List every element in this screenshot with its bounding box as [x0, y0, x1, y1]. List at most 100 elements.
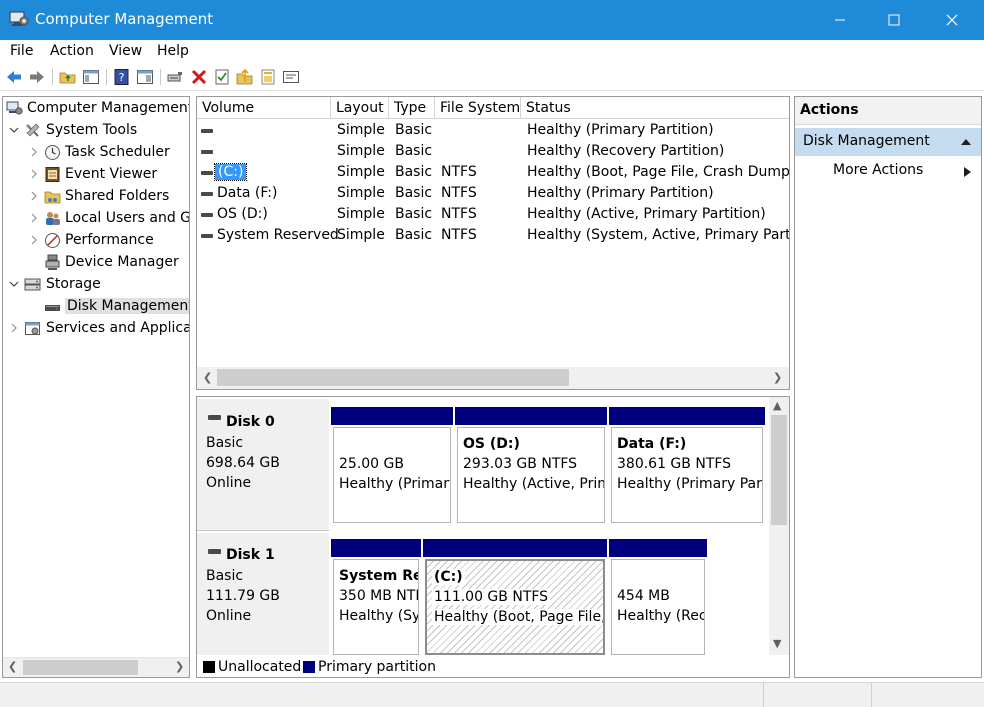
scroll-up-arrow-icon[interactable]: ▲	[773, 399, 781, 412]
export-icon[interactable]	[282, 68, 300, 86]
volume-horizontal-scrollbar[interactable]: ❮ ❯	[197, 367, 789, 389]
collapse-up-icon[interactable]	[961, 138, 971, 146]
table-row[interactable]: Simple Basic Healthy (Primary Partition)	[197, 121, 789, 142]
toolbar: ?	[0, 64, 984, 91]
column-header-volume[interactable]: Volume	[197, 97, 331, 119]
tree-item-task-scheduler[interactable]: Task Scheduler	[3, 142, 189, 164]
folder-arrow-icon[interactable]	[236, 68, 254, 86]
menu-bar: File Action View Help	[0, 40, 984, 64]
volume-status: Healthy (Boot, Page File, Crash Dump, Pr…	[527, 164, 789, 180]
disk-state: Online	[206, 475, 252, 491]
tree-item-storage[interactable]: Storage	[3, 274, 189, 296]
partition-block[interactable]: 25.00 GB Healthy (Primary Partition)	[331, 407, 453, 525]
chevron-right-icon[interactable]	[29, 213, 39, 223]
scroll-thumb[interactable]	[771, 415, 787, 525]
partition-block[interactable]: 454 MB Healthy (Recovery Partition)	[609, 539, 707, 657]
computer-management-icon	[9, 11, 29, 26]
tree-item-label: Local Users and Groups	[65, 210, 190, 226]
partition-size: 454 MB	[617, 588, 670, 604]
table-row[interactable]: System Reserved Simple Basic NTFS Health…	[197, 226, 789, 247]
scroll-thumb[interactable]	[217, 369, 569, 386]
scroll-thumb[interactable]	[23, 660, 138, 675]
tree-item-computer-management[interactable]: Computer Management	[3, 98, 189, 120]
chevron-right-icon[interactable]	[9, 323, 19, 333]
tree-item-device-manager[interactable]: Device Manager	[3, 252, 189, 274]
disk-map-vertical-scrollbar[interactable]: ▲ ▼	[769, 397, 789, 655]
services-icon	[25, 322, 40, 335]
menu-view[interactable]: View	[109, 43, 142, 59]
chevron-down-icon[interactable]	[9, 279, 19, 289]
tree-item-system-tools[interactable]: System Tools	[3, 120, 189, 142]
tree-item-services-applications[interactable]: Services and Applications	[3, 318, 189, 340]
partition-block[interactable]: OS (D:) 293.03 GB NTFS Healthy (Active, …	[455, 407, 607, 525]
column-header-status[interactable]: Status	[521, 97, 789, 119]
minimize-button[interactable]	[815, 0, 865, 40]
computer-management-icon	[6, 101, 23, 115]
close-icon	[946, 14, 958, 26]
partition-size: 25.00 GB	[339, 456, 404, 472]
refresh-icon[interactable]	[259, 68, 277, 86]
scroll-right-arrow-icon[interactable]: ❯	[175, 660, 184, 673]
column-header-type[interactable]: Type	[389, 97, 435, 119]
connect-icon[interactable]	[166, 68, 184, 86]
show-hide-icon[interactable]	[136, 68, 154, 86]
forward-arrow-icon[interactable]	[28, 68, 46, 86]
chevron-right-icon[interactable]	[29, 169, 39, 179]
scroll-down-arrow-icon[interactable]: ▼	[773, 637, 781, 650]
close-button[interactable]	[927, 0, 977, 40]
menu-action[interactable]: Action	[50, 43, 94, 59]
up-folder-icon[interactable]	[59, 68, 77, 86]
partition-block[interactable]: Data (F:) 380.61 GB NTFS Healthy (Primar…	[609, 407, 765, 525]
more-actions-item[interactable]: More Actions	[795, 159, 981, 185]
properties-icon[interactable]	[213, 68, 231, 86]
table-row[interactable]: Simple Basic Healthy (Recovery Partition…	[197, 142, 789, 163]
maximize-button[interactable]	[869, 0, 919, 40]
table-row[interactable]: OS (D:) Simple Basic NTFS Healthy (Activ…	[197, 205, 789, 226]
tree-item-label: Storage	[46, 276, 101, 292]
actions-section-disk-management[interactable]: Disk Management	[795, 128, 981, 156]
volume-type: Basic	[395, 143, 433, 159]
menu-help[interactable]: Help	[157, 43, 189, 59]
primary-partition-bar	[455, 407, 607, 425]
disk-1-info[interactable]: Disk 1 Basic 111.79 GB Online	[197, 533, 329, 655]
tree-item-shared-folders[interactable]: Shared Folders	[3, 186, 189, 208]
tree-item-label: Event Viewer	[65, 166, 158, 182]
partition-block-selected[interactable]: (C:) 111.00 GB NTFS Healthy (Boot, Page …	[423, 539, 607, 657]
scroll-left-arrow-icon[interactable]: ❮	[203, 371, 212, 384]
help-icon[interactable]: ?	[113, 68, 131, 86]
chevron-right-icon[interactable]	[29, 191, 39, 201]
partition-size: 293.03 GB NTFS	[463, 456, 578, 472]
menu-file[interactable]: File	[10, 43, 33, 59]
delete-icon[interactable]	[190, 68, 208, 86]
chevron-right-icon[interactable]	[29, 147, 39, 157]
tree-horizontal-scrollbar[interactable]: ❮ ❯	[3, 657, 189, 677]
tree-item-local-users[interactable]: Local Users and Groups	[3, 208, 189, 230]
partition-block[interactable]: System Reserved 350 MB NTFS Healthy (Sys…	[331, 539, 421, 657]
table-row[interactable]: (C:) Simple Basic NTFS Healthy (Boot, Pa…	[197, 163, 789, 184]
tree-item-event-viewer[interactable]: Event Viewer	[3, 164, 189, 186]
submenu-arrow-icon	[964, 167, 971, 177]
primary-partition-bar	[423, 539, 607, 557]
tree-item-label: Computer Management	[27, 100, 190, 116]
svg-text:?: ?	[119, 71, 125, 84]
status-divider	[763, 683, 764, 707]
disk-name: Disk 1	[226, 547, 275, 563]
disk-0-info[interactable]: Disk 0 Basic 698.64 GB Online	[197, 399, 329, 531]
scroll-left-arrow-icon[interactable]: ❮	[8, 660, 17, 673]
column-header-layout[interactable]: Layout	[331, 97, 389, 119]
scroll-right-arrow-icon[interactable]: ❯	[773, 371, 782, 384]
column-header-file-system[interactable]: File System	[435, 97, 521, 119]
event-viewer-icon	[45, 167, 60, 182]
partition-status: Healthy (Active, Primary Partition)	[463, 476, 604, 492]
table-row[interactable]: Data (F:) Simple Basic NTFS Healthy (Pri…	[197, 184, 789, 205]
tree-item-label: Shared Folders	[65, 188, 170, 204]
tree-item-disk-management[interactable]: Disk Management	[3, 296, 189, 318]
tree-item-label: Disk Management	[65, 298, 189, 314]
console-tree-icon[interactable]	[82, 68, 100, 86]
chevron-right-icon[interactable]	[29, 235, 39, 245]
chevron-down-icon[interactable]	[9, 125, 19, 135]
back-arrow-icon[interactable]	[5, 68, 23, 86]
tree-item-performance[interactable]: Performance	[3, 230, 189, 252]
disk-map: Disk 0 Basic 698.64 GB Online 25.00 GB H…	[196, 396, 790, 678]
volume-status: Healthy (Recovery Partition)	[527, 143, 725, 159]
